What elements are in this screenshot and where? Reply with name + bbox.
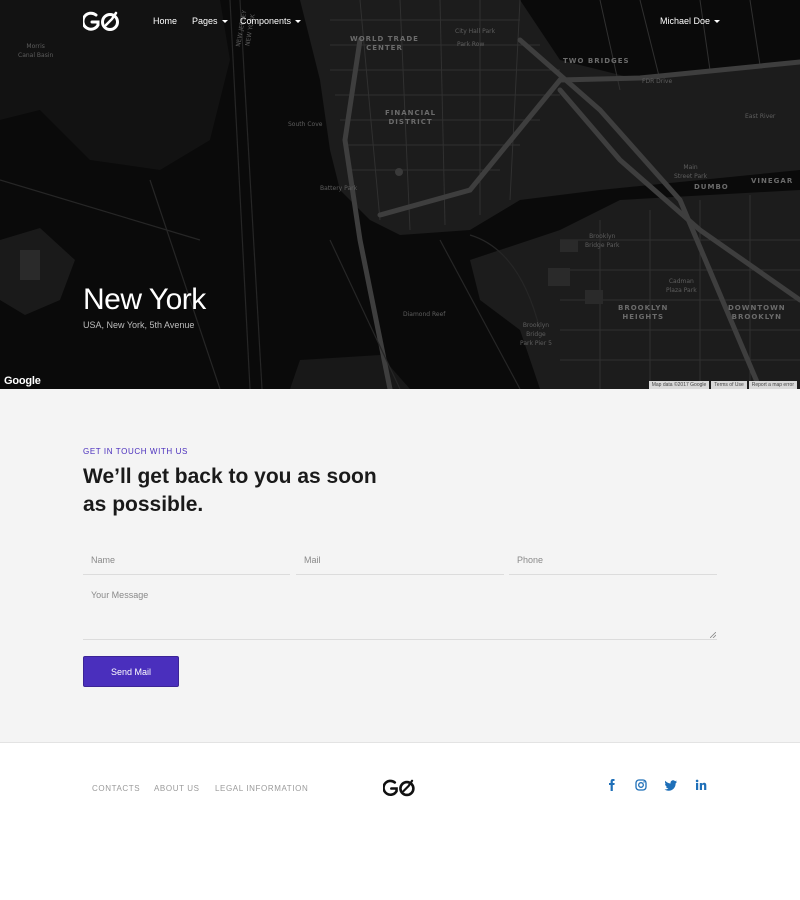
map-label-two-bridges: TWO BRIDGES <box>563 57 630 65</box>
site-footer: CONTACTS ABOUT US LEGAL INFORMATION <box>0 744 800 900</box>
twitter-icon[interactable] <box>664 778 678 792</box>
map-terms-link[interactable]: Terms of Use <box>711 381 747 389</box>
mail-field <box>296 545 504 575</box>
nav-pages-label: Pages <box>192 16 218 26</box>
map-label-downtown-brooklyn: DOWNTOWN BROOKLYN <box>728 304 786 321</box>
map-label-south-cove: South Cove <box>288 121 323 128</box>
go-logo[interactable] <box>83 11 121 33</box>
caret-down-icon <box>295 20 302 24</box>
name-input[interactable] <box>83 545 290 574</box>
contact-section: GET IN TOUCH WITH US We’ll get back to y… <box>0 389 800 743</box>
caret-down-icon <box>714 20 721 24</box>
map-label-cadman-plaza: Cadman Plaza Park <box>666 278 697 294</box>
map-data-credit: Map data ©2017 Google <box>648 381 710 389</box>
nav-home[interactable]: Home <box>153 16 177 26</box>
send-mail-button[interactable]: Send Mail <box>83 656 179 687</box>
user-name: Michael Doe <box>660 16 711 26</box>
map-label-battery-park: Battery Park <box>320 185 358 192</box>
linkedin-icon[interactable] <box>694 778 708 792</box>
map-label-fdr-drive: FDR Drive <box>642 78 673 85</box>
phone-input[interactable] <box>509 545 717 574</box>
facebook-icon[interactable] <box>605 778 619 792</box>
instagram-icon[interactable] <box>634 778 648 792</box>
hero-title: New York <box>83 283 206 316</box>
map-background[interactable] <box>0 0 800 389</box>
go-logo[interactable] <box>383 779 417 798</box>
map-label-east-river: East River <box>745 113 776 120</box>
resize-grip-icon[interactable] <box>710 632 716 638</box>
message-textarea[interactable] <box>83 588 717 639</box>
map-label-brooklyn-bridge-park: Brooklyn Bridge Park <box>585 233 620 249</box>
map-label-dumbo: DUMBO <box>694 183 729 191</box>
map-label-main-street-park: Main Street Park <box>674 164 708 180</box>
mail-input[interactable] <box>296 545 504 574</box>
map-label-vinegar: VINEGAR <box>751 177 794 185</box>
message-field <box>83 588 717 640</box>
hero-subtitle: USA, New York, 5th Avenue <box>83 320 195 330</box>
caret-down-icon <box>221 20 228 24</box>
footer-link-about-us[interactable]: ABOUT US <box>154 784 200 793</box>
map-attribution: Map data ©2017 Google Terms of Use Repor… <box>648 381 797 389</box>
google-logo[interactable]: Google <box>4 375 41 387</box>
footer-link-contacts[interactable]: CONTACTS <box>92 784 140 793</box>
nav-user-menu[interactable]: Michael Doe <box>660 16 721 26</box>
name-field <box>83 545 290 575</box>
map-label-pier-5: Brooklyn Bridge Park Pier 5 <box>520 322 552 347</box>
nav-pages[interactable]: Pages <box>192 16 228 26</box>
map-label-diamond-reef: Diamond Reef <box>403 311 446 318</box>
map-report-error-link[interactable]: Report a map error <box>748 381 797 389</box>
contact-eyebrow: GET IN TOUCH WITH US <box>83 447 188 456</box>
top-navigation: Home Pages Components Michael Doe <box>0 0 800 44</box>
nav-components[interactable]: Components <box>240 16 302 26</box>
map-label-morris-canal: Morris Canal Basin <box>18 43 54 59</box>
footer-link-legal[interactable]: LEGAL INFORMATION <box>215 784 308 793</box>
map-label-brooklyn-heights: BROOKLYN HEIGHTS <box>618 304 669 321</box>
nav-components-label: Components <box>240 16 292 26</box>
hero-map-section: WORLD TRADE CENTER TWO BRIDGES FINANCIAL D… <box>0 0 800 389</box>
contact-headline: We’ll get back to you as soon as possibl… <box>83 465 377 516</box>
phone-field <box>509 545 717 575</box>
map-label-financial-district: FINANCIAL DISTRICT <box>385 109 437 126</box>
